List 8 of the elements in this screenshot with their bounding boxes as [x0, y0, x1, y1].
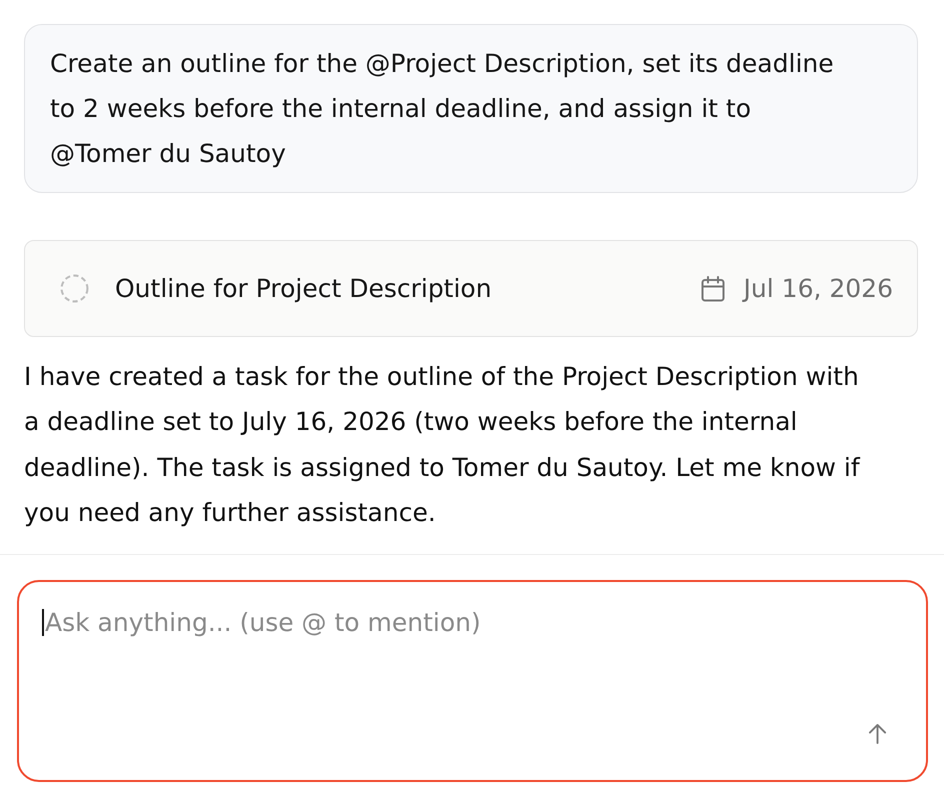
assistant-message: I have created a task for the outline of the Project Description with a deadline set to July 16, 2026 (two weeks before the internal deadline). The task is assigned to Tomer du Sautoy. Let me know if you need any further assistance. [24, 361, 862, 529]
user-message: Create an outline for the @Project Description, set its deadline to 2 weeks before the internal deadline, and assign it to @Tomer du Sautoy [24, 24, 918, 193]
text-cursor-icon [42, 608, 44, 636]
due-date: Jul 16, 2026 [744, 274, 893, 303]
task-title: Outline for Project Description [115, 274, 493, 303]
task-card[interactable]: Outline for Project Description Jul 16, 2026 [24, 240, 918, 337]
calendar-icon [700, 276, 725, 302]
arrow-up-icon [868, 722, 886, 744]
